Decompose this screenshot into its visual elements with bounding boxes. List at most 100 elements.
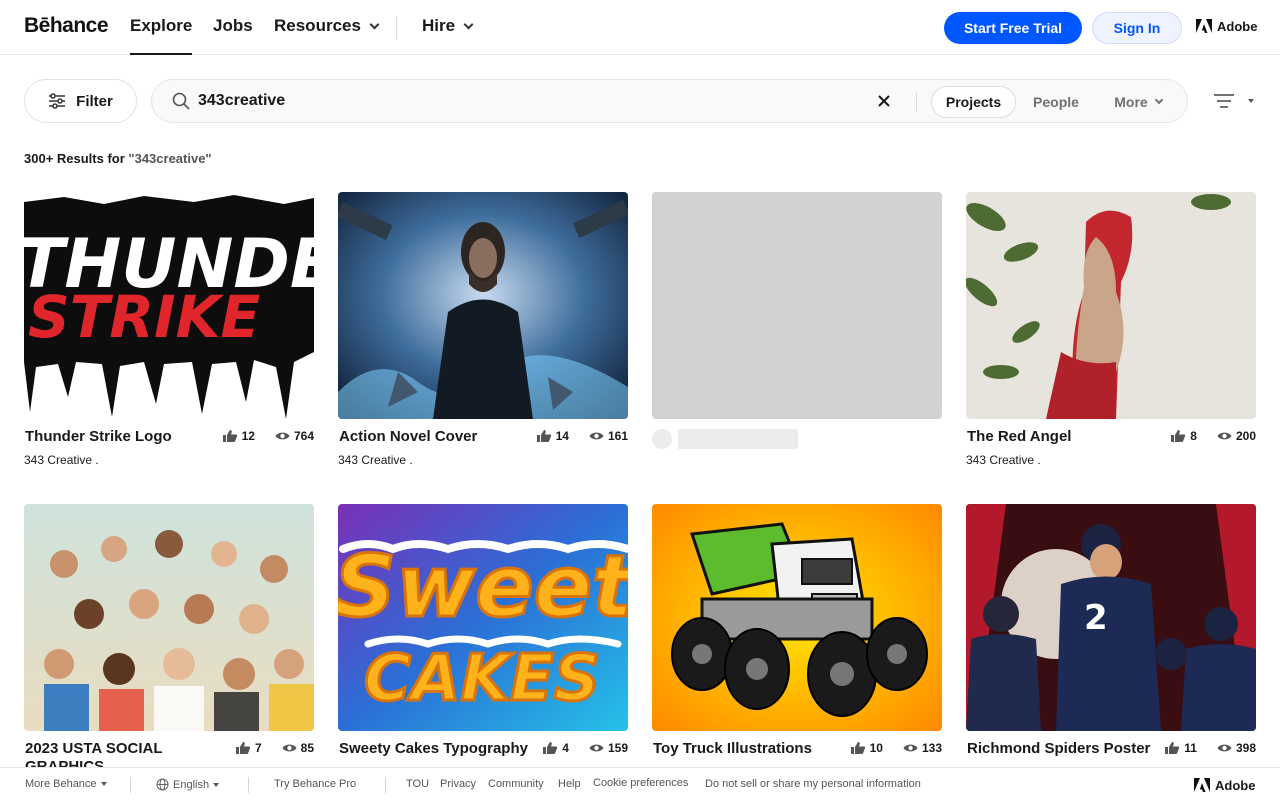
views-count: 398 — [1235, 741, 1256, 755]
caret-down-icon — [100, 782, 107, 786]
project-card[interactable]: Sweet CAKES Sweety Cakes Typography 4 15… — [338, 504, 628, 757]
project-title[interactable]: 2023 USTA SOCIAL GRAPHICS — [25, 740, 225, 770]
strike-art-text: STRIKE — [28, 283, 260, 351]
sort-dropdown-caret-icon[interactable] — [1248, 99, 1254, 103]
thumbs-up-icon — [536, 430, 551, 442]
more-behance-label: More Behance — [25, 778, 97, 790]
project-thumbnail[interactable] — [966, 192, 1256, 419]
thumbs-up-icon — [543, 742, 558, 754]
results-count-text: 300+ Results for — [24, 151, 125, 166]
adobe-logo-icon — [1196, 19, 1212, 33]
project-title[interactable]: Thunder Strike Logo — [25, 428, 172, 445]
likes-count: 7 — [254, 741, 262, 755]
views-count: 200 — [1235, 429, 1256, 443]
tab-people[interactable]: People — [1024, 86, 1088, 118]
title-placeholder — [678, 429, 798, 449]
clear-search-icon[interactable] — [876, 93, 892, 109]
richmond-spiders-artwork: 2 — [966, 504, 1256, 731]
project-card[interactable]: THUNDER STRIKE Thunder Strike Logo 12 76… — [24, 192, 314, 467]
toy-truck-artwork — [652, 504, 942, 731]
chevron-down-icon — [1154, 95, 1163, 105]
project-thumbnail[interactable] — [652, 504, 942, 731]
cakes-art-text: CAKES — [364, 642, 600, 716]
footer-bar: More Behance English Try Behance Pro TOU… — [0, 767, 1280, 800]
sweety-cakes-artwork: Sweet CAKES — [338, 504, 628, 731]
usta-graphics-artwork — [24, 504, 314, 731]
svg-text:2: 2 — [1084, 598, 1108, 638]
likes-count: 11 — [1184, 741, 1197, 755]
language-label: English — [173, 778, 210, 791]
more-behance-menu[interactable]: More Behance — [25, 778, 107, 790]
project-owner[interactable]: 343 Creative . — [338, 453, 413, 467]
project-stats: 7 85 — [235, 741, 314, 755]
project-stats: 10 133 — [850, 741, 942, 755]
thumbs-up-icon — [1171, 430, 1186, 442]
cookie-preferences-link[interactable]: Cookie preferences — [593, 777, 688, 789]
sort-icon[interactable] — [1213, 92, 1235, 110]
project-title[interactable]: The Red Angel — [967, 428, 1071, 445]
project-title[interactable]: Toy Truck Illustrations — [653, 740, 812, 757]
project-stats: 4 159 — [542, 741, 628, 755]
thumbs-up-icon — [1165, 742, 1180, 754]
project-owner[interactable]: 343 Creative . — [966, 453, 1041, 467]
footer-adobe-link[interactable]: Adobe — [1194, 777, 1255, 793]
project-thumbnail[interactable]: Sweet CAKES — [338, 504, 628, 731]
behance-logo[interactable]: Bēhance — [24, 14, 109, 38]
sign-in-button[interactable]: Sign In — [1092, 12, 1182, 44]
project-card[interactable]: 2 Richmond Spiders Poster 11 398 — [966, 504, 1256, 757]
thumbnail-placeholder — [652, 192, 942, 419]
help-link[interactable]: Help — [558, 778, 581, 790]
search-bar: Projects People More — [151, 79, 1188, 123]
top-navigation-bar: Bēhance Explore Jobs Resources Hire Star… — [0, 0, 1280, 55]
action-novel-artwork — [338, 192, 628, 419]
results-count: 300+ Results for "343creative" — [24, 151, 212, 166]
do-not-sell-link[interactable]: Do not sell or share my personal informa… — [705, 778, 921, 790]
nav-resources[interactable]: Resources — [274, 16, 380, 36]
likes-count: 8 — [1190, 429, 1197, 443]
language-selector[interactable]: English — [156, 778, 220, 791]
project-title[interactable]: Action Novel Cover — [339, 428, 477, 445]
nav-explore[interactable]: Explore — [130, 16, 193, 55]
start-free-trial-button[interactable]: Start Free Trial — [944, 12, 1082, 44]
tab-projects[interactable]: Projects — [931, 86, 1016, 118]
try-behance-pro-link[interactable]: Try Behance Pro — [274, 778, 356, 790]
project-owner[interactable]: 343 Creative . — [24, 453, 99, 467]
nav-hire[interactable]: Hire — [422, 16, 474, 36]
footer-adobe-label: Adobe — [1215, 777, 1256, 793]
views-count: 133 — [921, 741, 942, 755]
thumbs-up-icon — [850, 742, 865, 754]
project-card[interactable]: Toy Truck Illustrations 10 133 — [652, 504, 942, 757]
project-stats: 11 398 — [1164, 741, 1256, 755]
project-thumbnail[interactable]: THUNDER STRIKE — [24, 192, 314, 419]
project-thumbnail[interactable] — [24, 504, 314, 731]
privacy-link[interactable]: Privacy — [440, 778, 476, 790]
project-title[interactable]: Richmond Spiders Poster — [967, 740, 1150, 757]
nav-explore-label: Explore — [130, 16, 193, 35]
project-thumbnail[interactable] — [338, 192, 628, 419]
nav-jobs[interactable]: Jobs — [213, 16, 253, 36]
views-eye-icon — [1217, 744, 1232, 752]
project-card[interactable]: Action Novel Cover 14 161 343 Creative . — [338, 192, 628, 467]
views-count: 159 — [607, 741, 628, 755]
chevron-down-icon — [463, 19, 474, 29]
tab-more[interactable]: More — [1102, 86, 1174, 118]
filter-button[interactable]: Filter — [24, 79, 137, 123]
project-card[interactable]: The Red Angel 8 200 343 Creative . — [966, 192, 1256, 467]
red-angel-artwork — [966, 192, 1256, 419]
adobe-logo-icon — [1194, 778, 1210, 792]
sweet-art-text: Sweet — [338, 537, 628, 637]
nav-divider — [396, 16, 397, 40]
adobe-link[interactable]: Adobe — [1196, 18, 1257, 34]
project-title[interactable]: Sweety Cakes Typography — [339, 740, 528, 757]
project-thumbnail[interactable]: 2 — [966, 504, 1256, 731]
views-count: 764 — [293, 429, 314, 443]
views-eye-icon — [1217, 432, 1232, 440]
likes-count: 10 — [869, 741, 883, 755]
project-stats: 14 161 — [536, 429, 628, 443]
footer-divider — [248, 777, 249, 793]
tou-link[interactable]: TOU — [406, 778, 429, 790]
project-card[interactable]: 2023 USTA SOCIAL GRAPHICS 7 85 — [24, 504, 314, 770]
community-link[interactable]: Community — [488, 778, 544, 790]
search-input[interactable] — [198, 90, 698, 112]
results-query: "343creative" — [128, 151, 212, 166]
